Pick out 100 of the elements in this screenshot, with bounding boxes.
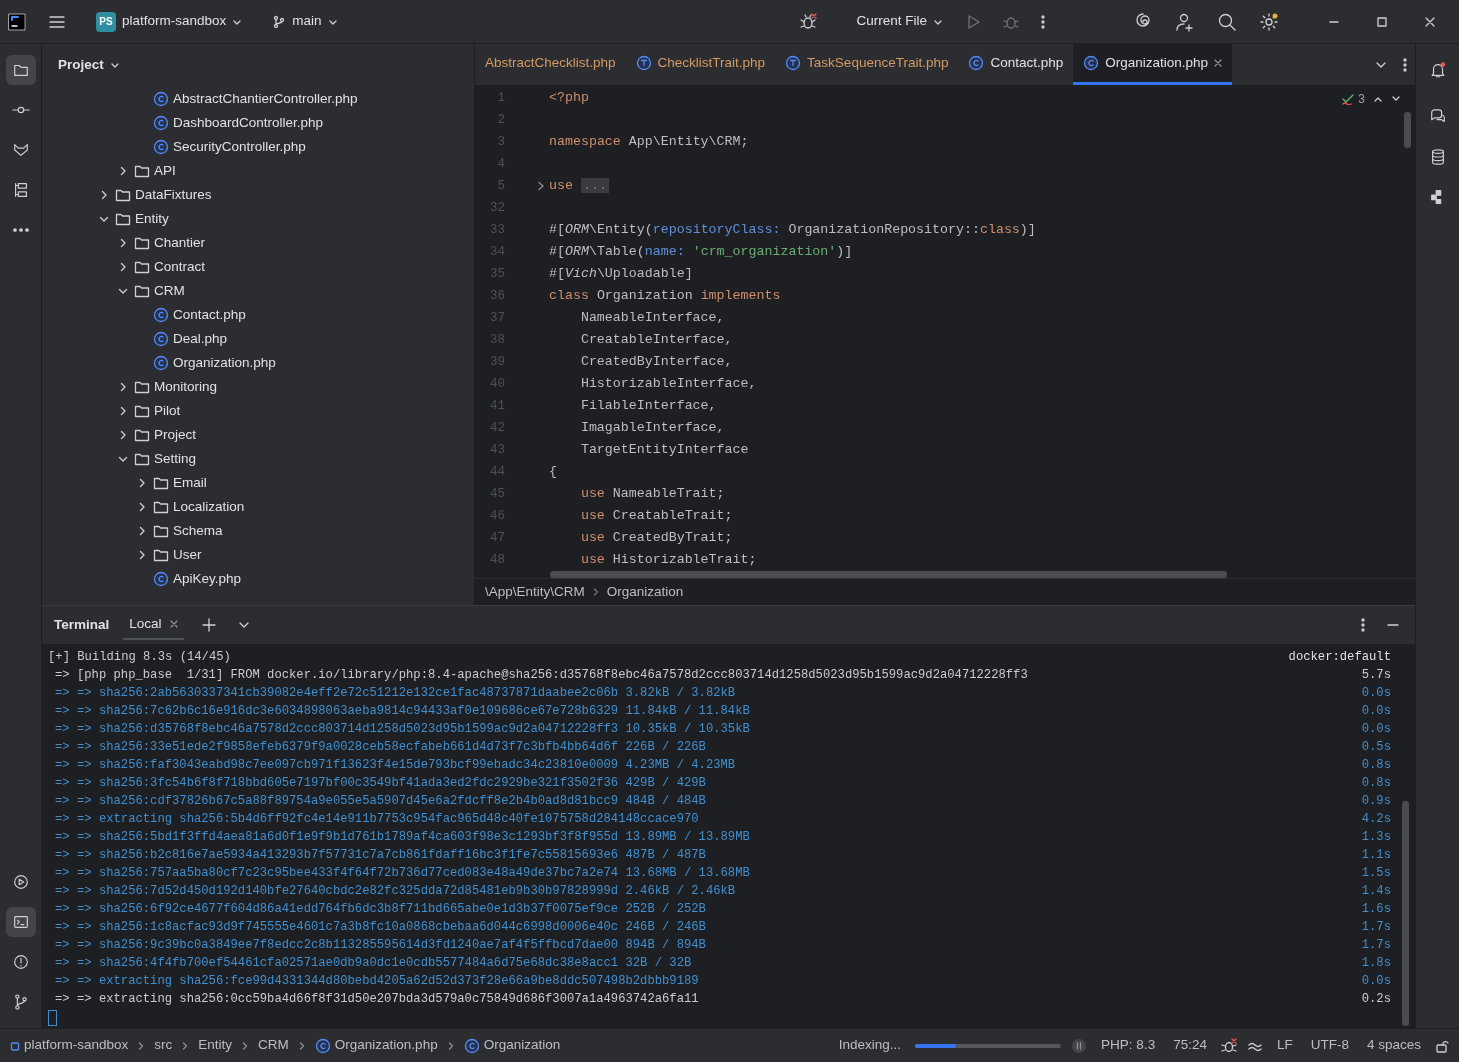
warning-circle-icon — [11, 952, 30, 972]
breadcrumb-item[interactable]: Organization — [463, 1035, 561, 1056]
tree-item[interactable]: Localization — [42, 495, 474, 519]
lock-icon[interactable] — [1435, 1038, 1449, 1053]
tree-item[interactable]: DashboardController.php — [42, 111, 474, 135]
tree-item[interactable]: SecurityController.php — [42, 135, 474, 159]
scrollbar[interactable] — [1402, 801, 1409, 1026]
breadcrumb-item[interactable]: Entity — [198, 1035, 233, 1056]
tree-item[interactable]: Project — [42, 423, 474, 447]
tree-item[interactable]: Schema — [42, 519, 474, 543]
breadcrumb-item[interactable]: platform-sandbox — [10, 1035, 129, 1056]
tree-item[interactable]: ApiKey.php — [42, 567, 474, 591]
terminal-context: docker:default — [1288, 648, 1391, 666]
terminal-duration: 1.7s — [1360, 918, 1391, 936]
class-file-icon — [153, 571, 169, 587]
terminal-duration: 1.7s — [1360, 936, 1391, 954]
tree-item[interactable]: Contact.php — [42, 303, 474, 327]
inspection-indicator[interactable]: 3 — [1342, 90, 1365, 108]
cursor-position[interactable]: 75:24 — [1169, 1035, 1211, 1056]
project-view-selector[interactable]: Project — [54, 50, 124, 80]
folder-tool-button[interactable] — [5, 55, 36, 85]
class-icon — [314, 1037, 331, 1054]
close-icon — [1425, 16, 1435, 27]
bug-icon[interactable] — [1220, 1037, 1237, 1054]
class-file-icon — [153, 331, 169, 347]
tree-item[interactable]: Chantier — [42, 231, 474, 255]
maximize-icon — [1377, 16, 1387, 27]
bug-icon — [798, 11, 819, 32]
terminal-duration: 0.9s — [1360, 792, 1391, 810]
breadcrumb-item[interactable]: Organization.php — [314, 1035, 438, 1056]
code-line: FilableInterface, — [579, 397, 717, 416]
tree-item[interactable]: Pilot — [42, 399, 474, 423]
project-badge: PS — [96, 11, 116, 32]
folder-icon — [153, 547, 169, 563]
breadcrumb-item[interactable]: Organization — [606, 581, 684, 603]
branch-selector[interactable]: main — [264, 7, 346, 36]
chevron-right-icon — [182, 1041, 189, 1050]
close-icon[interactable] — [169, 620, 178, 628]
terminal-tool-button[interactable] — [5, 907, 36, 937]
terminal-line: => => extracting sha256:fce99d4331344d80bebd4205a62d52d373f28e66a9be8ddc507498b2dbbb9189 — [55, 972, 700, 990]
chevron-right-icon — [138, 1041, 145, 1050]
terminal-line: => => sha256:9c39bc0a3849ee7f8edcc2c8b113285595614d3fd1240ae7af4f5ffbcd7dae00 894B / 894B — [55, 936, 707, 954]
editor-tab[interactable]: TaskSequenceTrait.php — [775, 44, 959, 85]
editor-tab[interactable]: Contact.php — [958, 44, 1074, 85]
folder-icon — [134, 283, 150, 299]
tree-item[interactable]: User — [42, 543, 474, 567]
status-text: Indexing... — [838, 1036, 902, 1055]
scrollbar[interactable] — [1404, 112, 1411, 148]
tree-item[interactable]: Email — [42, 471, 474, 495]
code-line: #[ORM\Table(name: 'crm_organization')] — [549, 243, 853, 262]
terminal-line: => => sha256:cdf37826b67c5a88f89754a9e055e5a5907d45e6a2fdcff8e2b4b0ad8d81bcc9 484B / 484B — [55, 792, 707, 810]
file-encoding[interactable]: UTF-8 — [1306, 1035, 1353, 1056]
more-vertical-icon — [1361, 617, 1365, 633]
check-icon — [1342, 93, 1355, 105]
folder-icon — [134, 259, 150, 275]
chevron-right-icon — [242, 1041, 249, 1050]
close-icon[interactable] — [1214, 59, 1223, 67]
tree-item[interactable]: Contract — [42, 255, 474, 279]
tree-item[interactable]: DataFixtures — [42, 183, 474, 207]
terminal-line: => => sha256:4f4fb700ef54461cfa02571ae0db9a0dc1e0cdb5577484a6d75e68dc38e8acc1 32B / 32B — [55, 954, 693, 972]
trait-icon — [785, 55, 802, 71]
tree-item[interactable]: AbstractChantierController.php — [42, 87, 474, 111]
editor-tab[interactable]: AbstractChecklist.php — [475, 44, 626, 85]
tree-item[interactable]: Setting — [42, 447, 474, 471]
code-line: use CreatableTrait; — [579, 507, 733, 526]
scrollbar[interactable] — [550, 571, 1227, 578]
terminal-tab[interactable]: Local — [123, 609, 184, 641]
class-file-icon — [153, 115, 169, 131]
project-selector[interactable]: PS platform-sandbox — [88, 7, 251, 36]
folder-icon — [134, 235, 150, 251]
editor-tab[interactable]: Organization.php — [1073, 44, 1233, 85]
code-line: class Organization implements — [549, 287, 781, 306]
tree-item[interactable]: API — [42, 159, 474, 183]
indent-setting[interactable]: 4 spaces — [1362, 1035, 1425, 1056]
tree-item[interactable]: Deal.php — [42, 327, 474, 351]
tree-item[interactable]: Monitoring — [42, 375, 474, 399]
pause-icon[interactable] — [1071, 1037, 1088, 1054]
tree-item[interactable]: Organization.php — [42, 351, 474, 375]
terminal-duration: 0.0s — [1360, 684, 1391, 702]
tree-item[interactable]: CRM — [42, 279, 474, 303]
code-line: TargetEntityInterface — [579, 441, 749, 460]
more-vertical-icon — [1403, 56, 1407, 73]
breadcrumb-item[interactable]: CRM — [258, 1035, 289, 1056]
terminal-cursor — [48, 1010, 57, 1026]
code-line: #[ORM\Entity(repositoryClass: OrganizationRepository::class)] — [549, 221, 1036, 240]
run-configuration-selector[interactable]: Current File — [848, 7, 951, 36]
editor-tab[interactable]: ChecklistTrait.php — [625, 44, 776, 85]
folder-icon — [153, 523, 169, 539]
tree-item[interactable]: Entity — [42, 207, 474, 231]
terminal-line: => => extracting sha256:5b4d6ff92fc4e14e911b7753c954fac965d48c40fe1075758d284148ccace970 — [55, 810, 700, 828]
terminal-line: => => sha256:33e51ede2f9858efeb6379f9a0028ceb58ecfabeb661d4d73f7c3bfb4bb64d6f 226B / 226B — [55, 738, 707, 756]
panel-title: Terminal — [54, 615, 110, 634]
php-version[interactable]: PHP: 8.3 — [1097, 1035, 1160, 1056]
terminal-duration: 4.2s — [1360, 810, 1391, 828]
breadcrumb-item[interactable]: src — [154, 1035, 173, 1056]
code-line: CreatableInterface, — [579, 331, 733, 350]
terminal-duration: 0.8s — [1360, 774, 1391, 792]
line-separator[interactable]: LF — [1272, 1035, 1297, 1056]
breadcrumb-item[interactable]: \App\Entity\CRM — [485, 581, 585, 603]
terminal-line: => => sha256:2ab5630337341cb39082e4eff2e72c51212e132ce1fac48737871daabee2c06b 3.82kB / 3.82kB — [55, 684, 737, 702]
